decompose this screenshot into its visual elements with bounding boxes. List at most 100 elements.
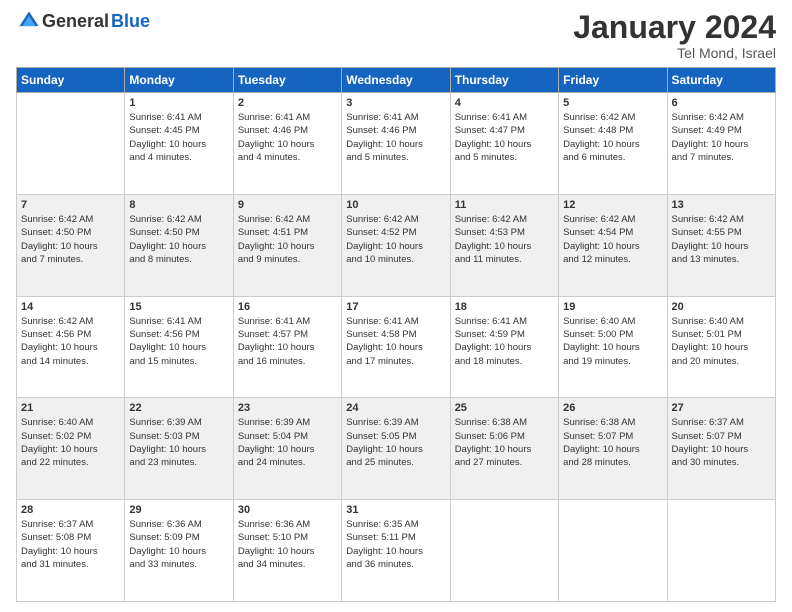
day-number: 14 [21, 301, 120, 313]
day-number: 4 [455, 97, 554, 109]
day-info: Sunrise: 6:36 AM Sunset: 5:10 PM Dayligh… [238, 518, 337, 571]
day-cell: 19 Sunrise: 6:40 AM Sunset: 5:00 PM Dayli… [559, 296, 667, 398]
day-number: 16 [238, 301, 337, 313]
day-cell: 22 Sunrise: 6:39 AM Sunset: 5:03 PM Dayli… [125, 398, 233, 500]
day-number: 23 [238, 402, 337, 414]
day-of-week-tuesday: Tuesday [233, 68, 341, 93]
day-info: Sunrise: 6:39 AM Sunset: 5:04 PM Dayligh… [238, 416, 337, 469]
day-info: Sunrise: 6:41 AM Sunset: 4:45 PM Dayligh… [129, 111, 228, 164]
day-cell: 20 Sunrise: 6:40 AM Sunset: 5:01 PM Dayli… [667, 296, 775, 398]
day-info: Sunrise: 6:42 AM Sunset: 4:53 PM Dayligh… [455, 213, 554, 266]
day-number: 25 [455, 402, 554, 414]
day-cell: 24Sunrise: 6:39 AM Sunset: 5:05 PM Dayli… [342, 398, 450, 500]
day-cell: 9Sunrise: 6:42 AM Sunset: 4:51 PM Daylig… [233, 194, 341, 296]
day-info: Sunrise: 6:42 AM Sunset: 4:51 PM Dayligh… [238, 213, 337, 266]
day-info: Sunrise: 6:41 AM Sunset: 4:57 PM Dayligh… [238, 315, 337, 368]
day-cell: 16 Sunrise: 6:41 AM Sunset: 4:57 PM Dayli… [233, 296, 341, 398]
day-number: 12 [563, 199, 662, 211]
day-cell: 18 Sunrise: 6:41 AM Sunset: 4:59 PM Dayli… [450, 296, 558, 398]
logo-icon [18, 10, 40, 32]
day-number: 5 [563, 97, 662, 109]
page: GeneralBlue January 2024 Tel Mond, Israe… [0, 0, 792, 612]
day-info: Sunrise: 6:41 AM Sunset: 4:46 PM Dayligh… [346, 111, 445, 164]
week-row-4: 21Sunrise: 6:40 AM Sunset: 5:02 PM Dayli… [17, 398, 776, 500]
day-info: Sunrise: 6:42 AM Sunset: 4:52 PM Dayligh… [346, 213, 445, 266]
day-cell: 28 Sunrise: 6:37 AM Sunset: 5:08 PM Dayli… [17, 500, 125, 602]
day-number: 28 [21, 504, 120, 516]
day-of-week-sunday: Sunday [17, 68, 125, 93]
week-row-5: 28 Sunrise: 6:37 AM Sunset: 5:08 PM Dayli… [17, 500, 776, 602]
day-info: Sunrise: 6:40 AM Sunset: 5:02 PM Dayligh… [21, 416, 120, 469]
day-number: 13 [672, 199, 771, 211]
day-info: Sunrise: 6:42 AM Sunset: 4:54 PM Dayligh… [563, 213, 662, 266]
day-number: 11 [455, 199, 554, 211]
title-block: January 2024 Tel Mond, Israel [573, 10, 776, 61]
day-cell: 15 Sunrise: 6:41 AM Sunset: 4:56 PM Dayli… [125, 296, 233, 398]
day-number: 3 [346, 97, 445, 109]
day-of-week-friday: Friday [559, 68, 667, 93]
day-info: Sunrise: 6:39 AM Sunset: 5:05 PM Dayligh… [346, 416, 445, 469]
logo-blue: Blue [111, 11, 150, 32]
day-of-week-monday: Monday [125, 68, 233, 93]
day-info: Sunrise: 6:41 AM Sunset: 4:58 PM Dayligh… [346, 315, 445, 368]
week-row-3: 14 Sunrise: 6:42 AM Sunset: 4:56 PM Dayli… [17, 296, 776, 398]
day-number: 8 [129, 199, 228, 211]
day-cell [667, 500, 775, 602]
day-number: 30 [238, 504, 337, 516]
day-number: 10 [346, 199, 445, 211]
day-info: Sunrise: 6:40 AM Sunset: 5:01 PM Dayligh… [672, 315, 771, 368]
day-cell [450, 500, 558, 602]
day-cell: 26 Sunrise: 6:38 AM Sunset: 5:07 PM Dayli… [559, 398, 667, 500]
day-cell: 4 Sunrise: 6:41 AM Sunset: 4:47 PM Daylig… [450, 93, 558, 195]
day-cell: 31 Sunrise: 6:35 AM Sunset: 5:11 PM Dayli… [342, 500, 450, 602]
day-info: Sunrise: 6:36 AM Sunset: 5:09 PM Dayligh… [129, 518, 228, 571]
day-cell: 6 Sunrise: 6:42 AM Sunset: 4:49 PM Daylig… [667, 93, 775, 195]
day-number: 22 [129, 402, 228, 414]
day-of-week-thursday: Thursday [450, 68, 558, 93]
day-info: Sunrise: 6:41 AM Sunset: 4:47 PM Dayligh… [455, 111, 554, 164]
day-info: Sunrise: 6:41 AM Sunset: 4:56 PM Dayligh… [129, 315, 228, 368]
day-cell: 27 Sunrise: 6:37 AM Sunset: 5:07 PM Dayli… [667, 398, 775, 500]
day-number: 15 [129, 301, 228, 313]
day-cell: 17 Sunrise: 6:41 AM Sunset: 4:58 PM Dayli… [342, 296, 450, 398]
day-info: Sunrise: 6:40 AM Sunset: 5:00 PM Dayligh… [563, 315, 662, 368]
day-info: Sunrise: 6:39 AM Sunset: 5:03 PM Dayligh… [129, 416, 228, 469]
day-number: 1 [129, 97, 228, 109]
day-info: Sunrise: 6:41 AM Sunset: 4:59 PM Dayligh… [455, 315, 554, 368]
day-cell: 2 Sunrise: 6:41 AM Sunset: 4:46 PM Daylig… [233, 93, 341, 195]
day-number: 27 [672, 402, 771, 414]
day-cell: 12 Sunrise: 6:42 AM Sunset: 4:54 PM Dayli… [559, 194, 667, 296]
day-cell: 21Sunrise: 6:40 AM Sunset: 5:02 PM Dayli… [17, 398, 125, 500]
day-info: Sunrise: 6:41 AM Sunset: 4:46 PM Dayligh… [238, 111, 337, 164]
day-cell: 5Sunrise: 6:42 AM Sunset: 4:48 PM Daylig… [559, 93, 667, 195]
day-cell [17, 93, 125, 195]
day-number: 6 [672, 97, 771, 109]
day-cell: 7Sunrise: 6:42 AM Sunset: 4:50 PM Daylig… [17, 194, 125, 296]
day-cell: 14 Sunrise: 6:42 AM Sunset: 4:56 PM Dayli… [17, 296, 125, 398]
day-number: 20 [672, 301, 771, 313]
day-info: Sunrise: 6:38 AM Sunset: 5:07 PM Dayligh… [563, 416, 662, 469]
day-of-week-saturday: Saturday [667, 68, 775, 93]
day-cell: 10 Sunrise: 6:42 AM Sunset: 4:52 PM Dayli… [342, 194, 450, 296]
day-cell: 3 Sunrise: 6:41 AM Sunset: 4:46 PM Daylig… [342, 93, 450, 195]
day-of-week-wednesday: Wednesday [342, 68, 450, 93]
day-info: Sunrise: 6:37 AM Sunset: 5:07 PM Dayligh… [672, 416, 771, 469]
location: Tel Mond, Israel [573, 45, 776, 61]
logo: GeneralBlue [16, 10, 150, 32]
day-number: 19 [563, 301, 662, 313]
calendar-table: SundayMondayTuesdayWednesdayThursdayFrid… [16, 67, 776, 602]
day-number: 26 [563, 402, 662, 414]
day-number: 17 [346, 301, 445, 313]
day-info: Sunrise: 6:37 AM Sunset: 5:08 PM Dayligh… [21, 518, 120, 571]
day-cell: 11 Sunrise: 6:42 AM Sunset: 4:53 PM Dayli… [450, 194, 558, 296]
header: GeneralBlue January 2024 Tel Mond, Israe… [16, 10, 776, 61]
day-number: 18 [455, 301, 554, 313]
day-info: Sunrise: 6:42 AM Sunset: 4:56 PM Dayligh… [21, 315, 120, 368]
day-info: Sunrise: 6:42 AM Sunset: 4:49 PM Dayligh… [672, 111, 771, 164]
day-number: 31 [346, 504, 445, 516]
day-info: Sunrise: 6:35 AM Sunset: 5:11 PM Dayligh… [346, 518, 445, 571]
day-info: Sunrise: 6:42 AM Sunset: 4:55 PM Dayligh… [672, 213, 771, 266]
day-number: 7 [21, 199, 120, 211]
logo-general: General [42, 11, 109, 32]
day-number: 2 [238, 97, 337, 109]
